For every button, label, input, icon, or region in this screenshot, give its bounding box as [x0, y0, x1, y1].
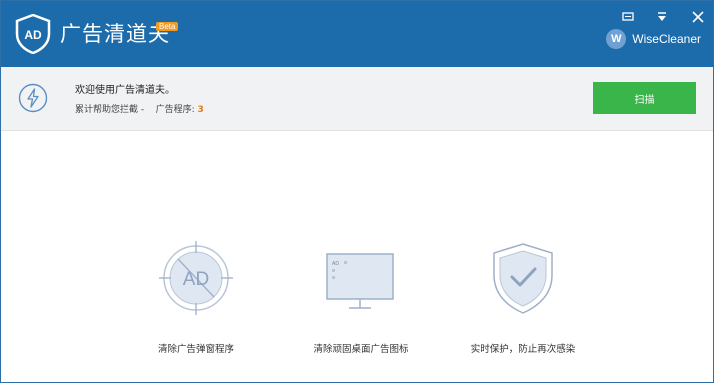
title-bar[interactable]: AD 广告清道夫 Beta W WiseCleaner	[1, 1, 713, 67]
ad-target-icon: AD	[159, 241, 233, 315]
feature-label: 清除广告弹窗程序	[157, 344, 234, 355]
app-title: 广告清道夫	[60, 22, 170, 46]
brand-name: WiseCleaner	[632, 32, 701, 46]
app-window: AD 广告清道夫 Beta W WiseCleaner 欢迎使用广告清道夫。 累…	[0, 0, 714, 383]
lightning-icon	[18, 83, 48, 113]
ads-count: 3	[197, 105, 204, 115]
ad-icon-text: AD	[183, 269, 209, 290]
monitor-ad-text: AD	[332, 261, 339, 267]
ads-label: 广告程序:	[155, 105, 195, 115]
monitor-icon: AD	[326, 253, 394, 309]
feedback-icon[interactable]	[621, 10, 635, 24]
close-icon[interactable]	[691, 10, 705, 24]
logo-text: AD	[24, 28, 42, 42]
beta-badge: Beta	[156, 22, 179, 31]
scan-button[interactable]: 扫描	[593, 82, 696, 114]
shield-logo-icon: AD	[15, 14, 51, 54]
wisecleaner-logo-icon: W	[606, 29, 627, 49]
wisecleaner-brand[interactable]: W WiseCleaner	[606, 29, 701, 49]
menu-dropdown-icon[interactable]	[655, 10, 669, 24]
welcome-text: 欢迎使用广告清道夫。	[75, 85, 175, 96]
feature-label: 清除顽固桌面广告图标	[313, 344, 409, 355]
status-panel: 欢迎使用广告清道夫。 累计帮助您拦截 - 广告程序: 3 扫描	[1, 67, 713, 131]
feature-label: 实时保护，防止再次感染	[470, 344, 576, 355]
brand-initial: W	[611, 33, 622, 45]
shield-check-icon	[493, 243, 553, 314]
stats-prefix: 累计帮助您拦截 -	[75, 105, 145, 115]
block-stats: 累计帮助您拦截 - 广告程序: 3	[75, 102, 204, 115]
